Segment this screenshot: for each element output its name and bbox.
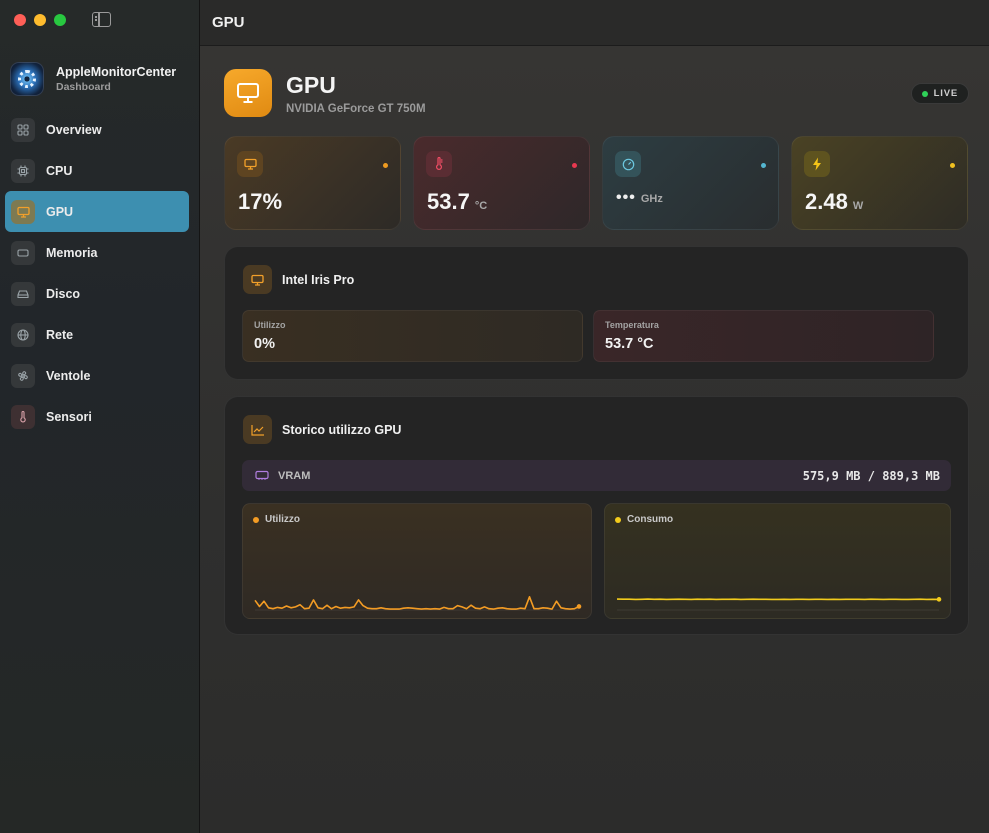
grid-icon (11, 117, 35, 142)
memory-icon (11, 240, 35, 265)
tile-label: Temperatura (605, 320, 659, 330)
live-badge: LIVE (910, 83, 969, 104)
sidebar-item-label: Disco (46, 286, 81, 301)
sidebar-item-gpu[interactable]: GPU (5, 191, 189, 232)
tile-value: 0% (254, 336, 275, 352)
power-sparkline (616, 597, 942, 611)
stat-card-temperature: 53.7 °C (413, 136, 590, 230)
vram-row: VRAM 575,9 MB / 889,3 MB (242, 460, 951, 491)
gpu-history-card: Storico utilizzo GPU VRAM 575,9 MB / 889… (224, 396, 969, 635)
gear-icon (18, 70, 36, 88)
minimize-window-button[interactable] (34, 14, 46, 26)
gpu-model: NVIDIA GeForce GT 750M (286, 102, 426, 115)
toolbar-title: GPU (200, 0, 989, 46)
stat-value: 2.48 (805, 189, 848, 214)
legend-dot (253, 516, 259, 523)
sidebar-item-cpu[interactable]: CPU (5, 150, 189, 191)
sidebar-item-rete[interactable]: Rete (5, 314, 189, 355)
disk-icon (11, 281, 35, 306)
stat-value: ••• (616, 189, 636, 206)
live-dot-icon (921, 90, 928, 97)
stat-value: 17% (238, 189, 283, 214)
legend-dot (615, 516, 621, 523)
sidebar-item-overview[interactable]: Overview (5, 109, 189, 150)
stat-unit: W (852, 200, 864, 212)
sidebar-nav: Overview CPU GPU Memoria Disco Rete Vent… (5, 109, 189, 437)
stat-unit: GHz (640, 193, 663, 205)
app-subtitle: Dashboard (56, 81, 111, 93)
sparkline-label: Consumo (627, 514, 674, 525)
vram-value: 575,9 MB / 889,3 MB (802, 468, 940, 483)
app-name: AppleMonitorCenter (56, 65, 177, 79)
cpu-chip-icon (11, 158, 35, 183)
sidebar: AppleMonitorCenter Dashboard Overview CP… (0, 0, 200, 833)
globe-icon (11, 322, 35, 347)
sidebar-item-memoria[interactable]: Memoria (5, 232, 189, 273)
vram-label: VRAM (278, 469, 311, 482)
traffic-lights (14, 14, 66, 26)
app-window: AppleMonitorCenter Dashboard Overview CP… (0, 0, 989, 833)
display-icon (11, 199, 35, 224)
sparkline-last-point (576, 604, 582, 609)
sidebar-item-label: Ventole (46, 368, 91, 383)
stat-card-frequency: ••• GHz (602, 136, 779, 230)
power-sparkline-card: Consumo (604, 503, 951, 619)
sidebar-item-label: CPU (46, 163, 73, 178)
usage-sparkline (254, 595, 582, 611)
sparkline-last-point (936, 597, 942, 602)
usage-sparkline-card: Utilizzo (242, 503, 592, 619)
tile-label: Utilizzo (254, 320, 286, 330)
sparkline-label: Utilizzo (265, 514, 300, 525)
thermometer-icon (426, 151, 452, 177)
stat-card-usage: 17% (224, 136, 401, 230)
memory-icon (255, 467, 269, 485)
close-window-button[interactable] (14, 14, 26, 26)
stat-card-power: 2.48 W (791, 136, 968, 230)
sidebar-item-sensori[interactable]: Sensori (5, 396, 189, 437)
stat-value: 53.7 (427, 189, 470, 214)
content-scroll: GPU NVIDIA GeForce GT 750M LIVE 17% 53.7… (200, 46, 989, 833)
sidebar-item-ventole[interactable]: Ventole (5, 355, 189, 396)
card-title: Intel Iris Pro (282, 272, 355, 287)
app-logo (10, 62, 44, 96)
card-title: Storico utilizzo GPU (282, 422, 402, 437)
tile-value: 53.7 °C (605, 336, 654, 352)
sidebar-item-label: Sensori (46, 409, 92, 424)
gauge-icon (615, 151, 641, 177)
display-icon (237, 151, 263, 177)
status-dot (761, 163, 766, 168)
fan-icon (11, 363, 35, 388)
sidebar-item-label: Memoria (46, 245, 98, 260)
integrated-usage-tile: Utilizzo 0% (242, 310, 583, 362)
sidebar-toggle-icon[interactable] (92, 12, 111, 27)
live-label: LIVE (933, 88, 958, 99)
page-header: GPU NVIDIA GeForce GT 750M (224, 69, 426, 117)
stat-cards: 17% 53.7 °C ••• GHz 2.48 W (224, 136, 968, 230)
integrated-gpu-card: Intel Iris Pro Utilizzo 0% Temperatura 5… (224, 246, 969, 380)
sidebar-item-disco[interactable]: Disco (5, 273, 189, 314)
status-dot (383, 163, 388, 168)
zoom-window-button[interactable] (54, 14, 66, 26)
sidebar-item-label: Overview (46, 122, 102, 137)
app-header: AppleMonitorCenter Dashboard (10, 62, 176, 96)
display-icon (243, 265, 272, 294)
display-icon (224, 69, 272, 117)
status-dot (572, 163, 577, 168)
stat-unit: °C (474, 200, 488, 212)
page-title: GPU (286, 71, 336, 98)
bolt-icon (804, 151, 830, 177)
main-area: GPU GPU NVIDIA GeForce GT 750M LIVE 17% … (200, 0, 989, 833)
chart-line-icon (243, 415, 272, 444)
status-dot (950, 163, 955, 168)
sidebar-item-label: GPU (46, 204, 74, 219)
thermometer-icon (11, 404, 35, 429)
integrated-temperature-tile: Temperatura 53.7 °C (593, 310, 934, 362)
sidebar-item-label: Rete (46, 327, 74, 342)
sparkline-series-utilizzo (254, 595, 580, 610)
